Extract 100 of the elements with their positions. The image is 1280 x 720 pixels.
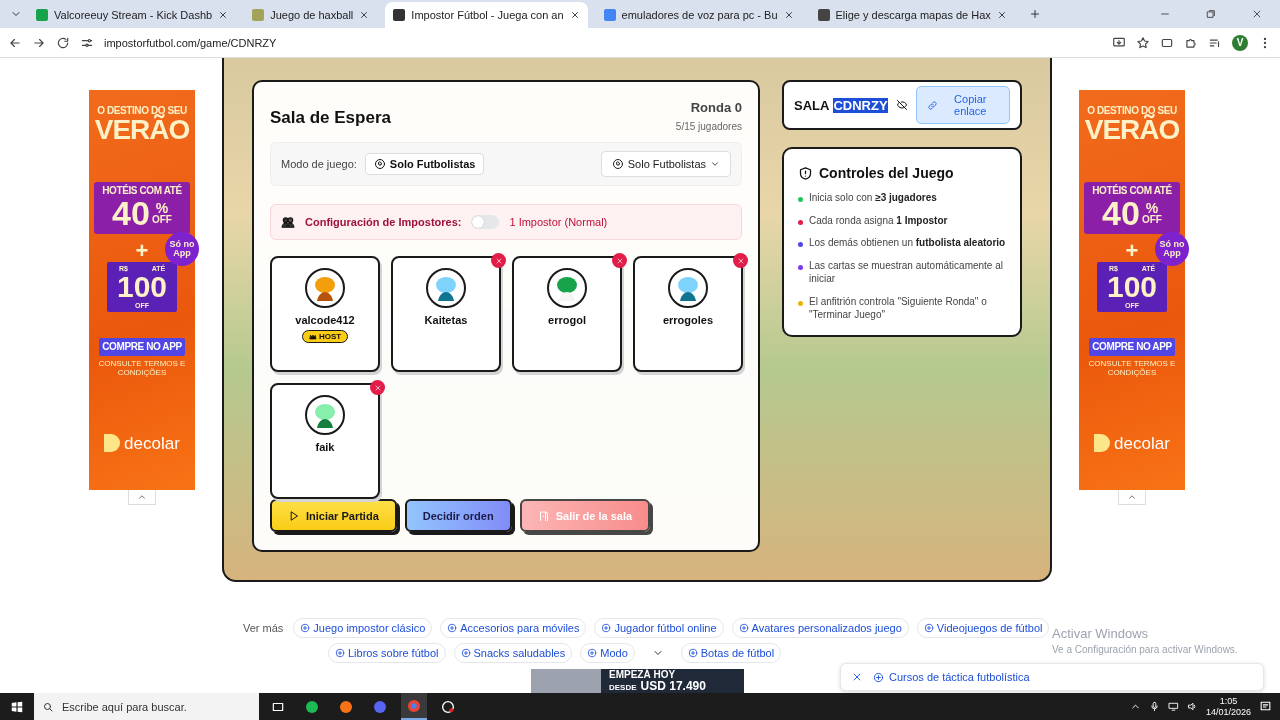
- ad-terms: CONSULTE TERMOS E CONDIÇÕES: [97, 360, 187, 378]
- ad-off-text: OFF: [151, 215, 172, 225]
- round-label: Ronda 0: [689, 100, 742, 115]
- impostor-toggle[interactable]: [471, 215, 500, 229]
- ad-discount-number: 40: [112, 196, 150, 230]
- plus-circle-icon: [460, 648, 471, 658]
- search-chip[interactable]: Accesorios para móviles: [440, 618, 587, 638]
- windows-logo-icon[interactable]: [10, 699, 24, 714]
- ad-discount-number: 40: [1102, 196, 1140, 230]
- car-ad-banner[interactable]: EMPEZÁ HOY DESDE USD 17.490: [531, 669, 744, 693]
- rule-text: Inicia solo con ≥3 jugadores: [809, 191, 937, 205]
- player-avatar-icon: [547, 268, 587, 308]
- search-chip[interactable]: Juego impostor clásico: [293, 618, 433, 638]
- decide-order-button[interactable]: Decidir orden: [404, 499, 512, 532]
- ad-app-badge: Só no App: [1155, 232, 1189, 266]
- ad-percent-sign: %: [1145, 201, 1159, 215]
- close-icon[interactable]: [851, 671, 863, 683]
- favicon-icon: [817, 9, 830, 21]
- mode-chip: Solo Futbolistas: [364, 153, 485, 175]
- volume-icon[interactable]: [1186, 701, 1198, 712]
- plus-circle-icon: [300, 623, 311, 633]
- restore-icon: [1206, 9, 1216, 19]
- search-chip[interactable]: Botas de fútbol: [680, 643, 782, 663]
- search-icon: [42, 700, 54, 713]
- people-icon: [281, 215, 295, 229]
- impostor-settings-label: Configuración de Impostores:: [305, 216, 462, 228]
- remove-player-button[interactable]: [612, 253, 627, 268]
- search-chip[interactable]: Snacks saludables: [453, 643, 573, 663]
- microphone-icon[interactable]: [1148, 701, 1160, 712]
- plus-circle-icon: [587, 648, 598, 658]
- shield-icon: [798, 165, 813, 181]
- search-chip[interactable]: Avatares personalizados juego: [731, 618, 909, 638]
- host-badge: HOST: [301, 330, 349, 343]
- impostor-count: 1 Impostor (Normal): [509, 216, 608, 228]
- search-chip[interactable]: Modo: [580, 643, 635, 663]
- browser-tab[interactable]: Valcoreeuy Stream - Kick Dashb: [28, 2, 237, 28]
- close-icon: [736, 256, 745, 265]
- close-icon: [996, 10, 1007, 20]
- rule-text: El anfitrión controla "Siguiente Ronda" o "Terminar Juego": [809, 294, 988, 322]
- suggestion-link[interactable]: Cursos de táctica futbolística: [873, 671, 1030, 683]
- profile-avatar[interactable]: V: [1232, 34, 1248, 51]
- chevron-up-icon: [137, 492, 147, 502]
- install-icon[interactable]: [1112, 35, 1126, 50]
- plus-circle-icon: [335, 648, 345, 658]
- ad-app-badge: Só no App: [165, 232, 199, 266]
- plus-circle-icon: [738, 623, 749, 633]
- start-game-button[interactable]: Iniciar Partida: [270, 499, 397, 532]
- ad-terms: CONSULTE TERMOS E CONDIÇÕES: [1087, 360, 1177, 378]
- crown-icon: [308, 332, 317, 341]
- notification-icon[interactable]: [1259, 700, 1272, 713]
- plus-icon: [1028, 8, 1041, 20]
- plus-circle-icon: [687, 648, 698, 658]
- copy-link-button[interactable]: Copiar enlace: [915, 86, 1010, 124]
- eye-off-icon[interactable]: [895, 99, 908, 111]
- browser-tab[interactable]: Elige y descarga mapas de Hax: [809, 2, 1015, 28]
- browser-tab[interactable]: Juego de haxball: [244, 2, 378, 28]
- close-icon: [569, 10, 580, 20]
- ad-headline: EMPEZÁ HOY: [609, 670, 677, 680]
- chevron-down-icon: [710, 159, 720, 169]
- ad-percent-sign: %: [155, 201, 169, 215]
- plus-circle-icon: [873, 671, 884, 683]
- address-bar[interactable]: impostorfutbol.com/game/CDNRZY: [104, 36, 1102, 49]
- link-icon: [926, 99, 938, 111]
- browser-tab[interactable]: Impostor Fútbol - Juega con an: [385, 2, 588, 28]
- plus-circle-icon: [601, 623, 612, 633]
- remove-player-button[interactable]: [733, 253, 748, 268]
- activation-subtitle: Ve a Configuración para activar Windows.: [1052, 644, 1238, 655]
- close-icon: [783, 10, 794, 20]
- chevron-up-icon: [1127, 492, 1137, 502]
- activation-title: Activar Windows: [1052, 626, 1150, 641]
- close-icon: [494, 256, 503, 265]
- room-code: CDNRZY: [833, 97, 888, 113]
- remove-player-button[interactable]: [370, 380, 385, 395]
- card-title: Controles del Juego: [819, 165, 954, 181]
- player-name: Kaitetas: [424, 314, 468, 326]
- door-icon: [537, 509, 550, 522]
- search-chip[interactable]: Videojuegos de fútbol: [916, 618, 1050, 638]
- browser-tab[interactable]: emuladores de voz para pc - Bu: [595, 2, 802, 28]
- play-icon: [288, 509, 300, 522]
- remove-player-button[interactable]: [491, 253, 506, 268]
- close-icon: [359, 10, 370, 20]
- reload-icon[interactable]: [56, 35, 70, 50]
- ad-offer-text: HOTÉIS COM ATÉ: [1091, 186, 1173, 196]
- favicon-icon: [393, 9, 406, 21]
- player-name: faik: [315, 441, 335, 453]
- ad-plus-sign: +: [1125, 240, 1139, 262]
- mode-dropdown[interactable]: Solo Futbolistas: [600, 151, 731, 177]
- close-icon: [218, 10, 229, 20]
- ad-off-text: OFF: [1141, 215, 1162, 225]
- search-chip[interactable]: Jugador fútbol online: [594, 618, 724, 638]
- chrome-app-icon[interactable]: [401, 693, 427, 720]
- star-icon[interactable]: [1136, 35, 1150, 50]
- taskbar-search-field[interactable]: Escribe aquí para buscar.: [34, 693, 259, 720]
- search-chip[interactable]: Libros sobre fútbol: [328, 643, 446, 663]
- brand-logo-icon: [1094, 434, 1111, 452]
- close-icon: [373, 383, 382, 392]
- player-avatar-icon: [668, 268, 708, 308]
- network-icon[interactable]: [1167, 701, 1179, 712]
- ad-headline-large: VERÃO: [94, 116, 190, 144]
- plus-circle-icon: [923, 623, 934, 633]
